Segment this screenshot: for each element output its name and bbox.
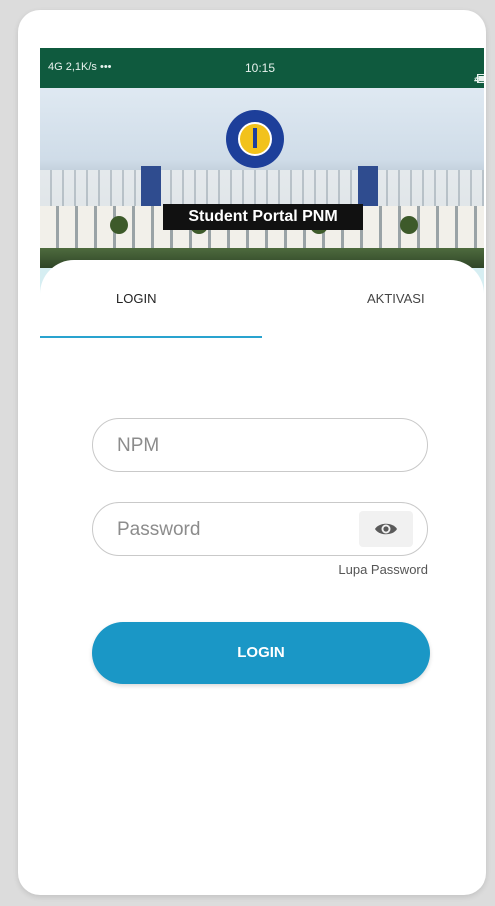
hero-banner: Student Portal PNM	[40, 88, 484, 268]
status-bar: 4G 2,1K/s ••• 10:15 ≈ 44%	[40, 48, 484, 88]
password-input[interactable]	[115, 503, 359, 556]
pnm-logo-icon	[226, 110, 284, 168]
device-frame: 4G 2,1K/s ••• 10:15 ≈ 44% Student Portal…	[18, 10, 486, 895]
password-field[interactable]	[92, 502, 428, 556]
tree-icon	[400, 216, 418, 234]
toggle-password-visibility-button[interactable]	[359, 511, 413, 547]
tab-login[interactable]: LOGIN	[116, 291, 156, 306]
app-screen: 4G 2,1K/s ••• 10:15 ≈ 44% Student Portal…	[40, 48, 484, 888]
app-title: Student Portal PNM	[163, 204, 363, 230]
npm-field[interactable]	[92, 418, 428, 472]
tab-aktivasi[interactable]: AKTIVASI	[367, 291, 425, 306]
forgot-password-link[interactable]: Lupa Password	[338, 562, 428, 577]
battery-icon	[477, 74, 484, 83]
tree-icon	[110, 216, 128, 234]
status-time: 10:15	[245, 61, 276, 75]
tab-active-indicator	[40, 336, 262, 338]
npm-input[interactable]	[115, 419, 359, 472]
login-button[interactable]: LOGIN	[92, 622, 430, 684]
eye-icon	[375, 523, 397, 535]
login-card: LOGIN AKTIVASI Lupa Password LOGIN	[40, 260, 484, 888]
status-network: 4G 2,1K/s •••	[48, 61, 112, 73]
